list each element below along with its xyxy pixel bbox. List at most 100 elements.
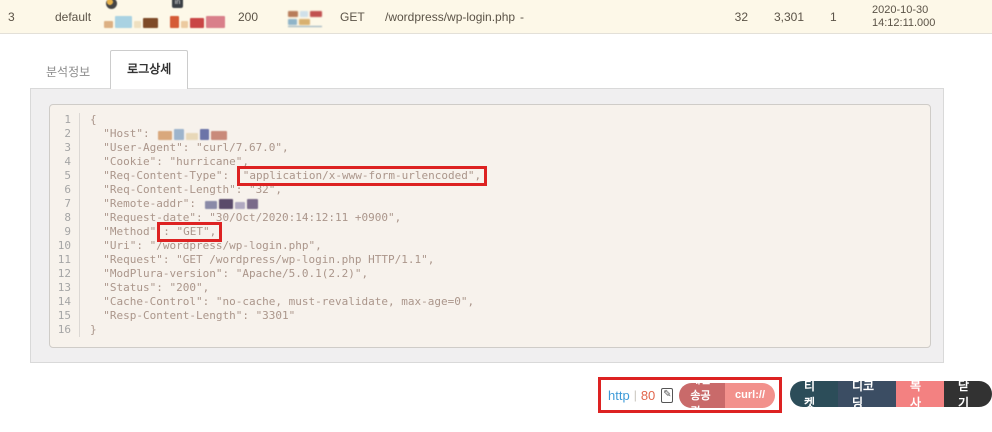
- code-line: 11 "Request": "GET /wordpress/wp-login.p…: [50, 253, 930, 267]
- resend-attack-button[interactable]: 재전송공격: [679, 383, 725, 408]
- line-number: 1: [50, 113, 80, 127]
- code-text: "Cache-Control": "no-cache, must-revalid…: [90, 295, 474, 309]
- redacted-block: [211, 131, 227, 140]
- code-line: 9 "Method": "GET",: [50, 225, 930, 239]
- action-button-복사[interactable]: 복사: [896, 381, 944, 407]
- line-number: 10: [50, 239, 80, 253]
- line-number: 15: [50, 309, 80, 323]
- line-number: 11: [50, 253, 80, 267]
- code-text: {: [90, 113, 97, 127]
- line-content: "Host":: [80, 127, 227, 141]
- action-button-디코딩[interactable]: 디코딩: [838, 381, 896, 407]
- redacted-block: [186, 133, 198, 140]
- code-line: 2 "Host":: [50, 127, 930, 141]
- line-number: 7: [50, 197, 80, 211]
- line-number: 16: [50, 323, 80, 337]
- line-content: }: [80, 323, 97, 337]
- action-bar: http | 80 ✎ 재전송공격 curl:// 티켓디코딩복사닫기: [0, 377, 992, 413]
- redacted-block: [205, 201, 217, 209]
- code-line: 1{: [50, 113, 930, 127]
- action-button-닫기[interactable]: 닫기: [944, 381, 992, 407]
- timestamp-date: 2020-10-30: [872, 4, 928, 17]
- code-line: 14 "Cache-Control": "no-cache, must-reva…: [50, 295, 930, 309]
- line-content: "User-Agent": "curl/7.67.0",: [80, 141, 289, 155]
- line-number: 12: [50, 267, 80, 281]
- row-uri: /wordpress/wp-login.php: [385, 0, 515, 34]
- resend-attack-annotation-box: http | 80 ✎ 재전송공격 curl://: [598, 377, 782, 413]
- edit-pencil-icon[interactable]: ✎: [661, 388, 673, 403]
- code-line: 7 "Remote-addr":: [50, 197, 930, 211]
- redacted-block: [104, 21, 113, 28]
- line-content: "ModPlura-version": "Apache/5.0.1(2.2)",: [80, 267, 368, 281]
- redacted-value: [205, 199, 258, 209]
- detail-tabs: 분석정보 로그상세: [30, 56, 188, 89]
- code-line: 16}: [50, 323, 930, 337]
- action-button-티켓[interactable]: 티켓: [790, 381, 838, 407]
- protocol-link[interactable]: http: [608, 388, 630, 403]
- redacted-block: [158, 131, 172, 140]
- redacted-block: [143, 18, 158, 28]
- redacted-block: [288, 19, 297, 25]
- code-line: 3 "User-Agent": "curl/7.67.0",: [50, 141, 930, 155]
- red-highlight-annotation: : "GET",: [157, 222, 222, 242]
- redacted-block: [288, 11, 298, 17]
- redacted-block: [181, 21, 188, 28]
- redacted-block: [174, 129, 184, 140]
- row-source-ip-redacted: [104, 0, 158, 34]
- red-highlight-annotation: "application/x-www-form-urlencoded",: [237, 166, 487, 186]
- redacted-value: [158, 129, 227, 140]
- row-status-code: 200: [238, 0, 258, 34]
- line-content: "Status": "200",: [80, 281, 209, 295]
- line-number: 5: [50, 169, 80, 183]
- code-text: "Host":: [90, 127, 156, 141]
- code-text: "Status": "200",: [90, 281, 209, 295]
- curl-button[interactable]: curl://: [725, 383, 775, 408]
- line-content: "Request": "GET /wordpress/wp-login.php …: [80, 253, 434, 267]
- code-line: 6 "Req-Content-Length": "32",: [50, 183, 930, 197]
- redacted-block: [247, 199, 258, 209]
- row-count: 1: [830, 0, 837, 34]
- line-number: 2: [50, 127, 80, 141]
- redacted-block: [170, 16, 179, 28]
- line-number: 6: [50, 183, 80, 197]
- line-number: 4: [50, 155, 80, 169]
- redacted-block: [134, 21, 141, 28]
- row-index: 3: [8, 0, 15, 34]
- line-number: 13: [50, 281, 80, 295]
- line-number: 9: [50, 225, 80, 239]
- row-method: GET: [340, 0, 365, 34]
- code-text: "User-Agent": "curl/7.67.0",: [90, 141, 289, 155]
- log-table-row[interactable]: 3 default in 200 GET /wordpress/wp-login…: [0, 0, 992, 34]
- source-country-flag-icon: [106, 0, 117, 9]
- row-profile: default: [55, 0, 91, 34]
- line-content: "Resp-Content-Length": "3301": [80, 309, 295, 323]
- raw-log-code-viewer[interactable]: 1{2 "Host": 3 "User-Agent": "curl/7.67.0…: [49, 104, 931, 348]
- port-value: 80: [641, 388, 655, 403]
- redacted-block: [190, 18, 204, 28]
- row-dest-ip-redacted: in: [170, 0, 225, 34]
- tab-analysis-info[interactable]: 분석정보: [30, 54, 106, 89]
- line-number: 8: [50, 211, 80, 225]
- redacted-block: [200, 129, 209, 140]
- code-line: 15 "Resp-Content-Length": "3301": [50, 309, 930, 323]
- code-line: 13 "Status": "200",: [50, 281, 930, 295]
- line-content: {: [80, 113, 97, 127]
- timestamp-time: 14:12:11.000: [872, 17, 935, 30]
- tab-log-detail[interactable]: 로그상세: [110, 50, 188, 89]
- code-line: 5 "Req-Content-Type": "application/x-www…: [50, 169, 930, 183]
- line-content: "Remote-addr":: [80, 197, 258, 211]
- line-number: 14: [50, 295, 80, 309]
- protocol-port-separator: |: [634, 388, 637, 402]
- resend-attack-control: 재전송공격 curl://: [679, 383, 775, 408]
- dest-country-badge-icon: in: [172, 0, 183, 8]
- row-timestamp: 2020-10-30 14:12:11.000: [872, 0, 935, 34]
- code-text: }: [90, 323, 97, 337]
- redacted-block: [219, 199, 233, 209]
- code-text: "Method": [90, 225, 156, 239]
- code-text: "Resp-Content-Length": "3301": [90, 309, 295, 323]
- action-button-group: 티켓디코딩복사닫기: [790, 381, 992, 407]
- redacted-block: [299, 19, 310, 25]
- row-detection-redacted: [288, 0, 322, 34]
- redacted-block: [206, 16, 225, 28]
- code-text: "Remote-addr":: [90, 197, 203, 211]
